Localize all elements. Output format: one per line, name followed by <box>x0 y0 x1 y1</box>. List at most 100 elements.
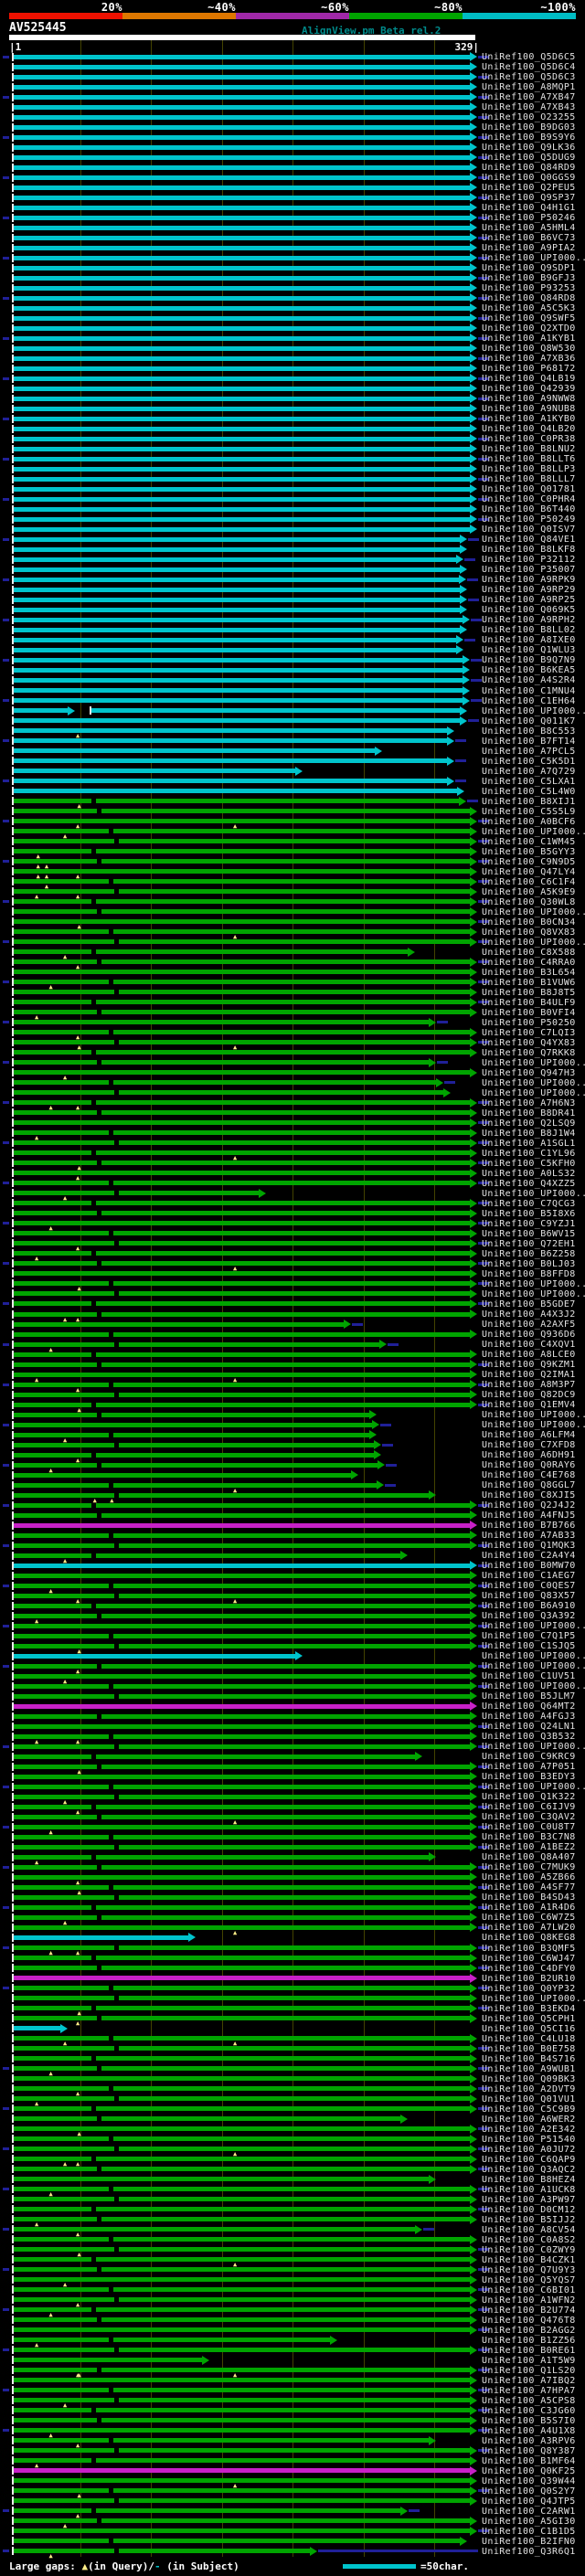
hit-label[interactable]: UniRef100_Q4YX83 <box>482 1038 576 1048</box>
hit-label[interactable]: UniRef100_C4LU18 <box>482 2034 576 2044</box>
hit-label[interactable]: UniRef100_B1MF64 <box>482 2456 576 2466</box>
hit-label[interactable]: UniRef100_UPI000.. <box>482 1420 585 1430</box>
hit-label[interactable]: UniRef100_C1EH64 <box>482 696 576 706</box>
hit-label[interactable]: UniRef100_UPI000.. <box>482 253 585 263</box>
hit-bar[interactable] <box>14 1100 471 1106</box>
hit-bar[interactable] <box>14 2287 471 2293</box>
hit-label[interactable]: UniRef100_A2AXF5 <box>482 1320 576 1330</box>
hit-label[interactable]: UniRef100_B3L654 <box>482 968 576 978</box>
hit-bar[interactable] <box>14 1935 188 1940</box>
hit-label[interactable]: UniRef100_B3QMF5 <box>482 1944 576 1954</box>
hit-label[interactable]: UniRef100_A0LS32 <box>482 1169 576 1179</box>
hit-label[interactable]: UniRef100_B0E758 <box>482 2044 576 2054</box>
hit-label[interactable]: UniRef100_B8LLT6 <box>482 454 576 464</box>
hit-label[interactable]: UniRef100_B4S716 <box>482 2054 576 2064</box>
hit-bar[interactable] <box>14 2036 471 2041</box>
hit-bar[interactable] <box>14 1442 374 1447</box>
hit-bar[interactable] <box>14 1311 471 1317</box>
hit-bar[interactable] <box>14 2106 471 2112</box>
hit-bar[interactable] <box>14 386 471 391</box>
hit-bar[interactable] <box>14 1774 471 1779</box>
hit-bar[interactable] <box>14 1884 471 1890</box>
hit-label[interactable]: UniRef100_A9RPH2 <box>482 615 576 625</box>
hit-label[interactable]: UniRef100_A1UCK8 <box>482 2185 576 2195</box>
hit-bar[interactable] <box>14 2348 471 2353</box>
hit-bar[interactable] <box>14 104 471 110</box>
hit-bar[interactable] <box>14 939 471 945</box>
hit-bar[interactable] <box>14 2488 471 2494</box>
hit-label[interactable]: UniRef100_B9DG03 <box>482 122 576 133</box>
hit-bar[interactable] <box>14 718 461 724</box>
hit-bar[interactable] <box>14 567 461 572</box>
hit-bar[interactable] <box>14 1563 471 1568</box>
hit-bar[interactable] <box>14 597 461 602</box>
hit-bar[interactable] <box>14 2418 471 2423</box>
hit-label[interactable]: UniRef100_UPI000.. <box>482 1410 585 1420</box>
hit-bar[interactable] <box>14 688 463 693</box>
hit-label[interactable]: UniRef100_B4CZK1 <box>482 2255 576 2265</box>
hit-bar[interactable] <box>14 819 471 824</box>
hit-label[interactable]: UniRef100_A7PCL5 <box>482 747 576 757</box>
hit-label[interactable]: UniRef100_Q5D6C3 <box>482 72 576 82</box>
hit-bar[interactable] <box>14 809 471 814</box>
hit-label[interactable]: UniRef100_Q8W530 <box>482 344 576 354</box>
hit-bar[interactable] <box>14 1050 471 1055</box>
hit-label[interactable]: UniRef100_A9RPK9 <box>482 575 576 585</box>
hit-label[interactable]: UniRef100_A9NUB8 <box>482 404 576 414</box>
hit-label[interactable]: UniRef100_A4SF77 <box>482 1882 576 1892</box>
hit-bar[interactable] <box>14 1764 471 1769</box>
hit-bar[interactable] <box>14 506 471 512</box>
hit-label[interactable]: UniRef100_UPI000.. <box>482 1289 585 1299</box>
hit-bar[interactable] <box>14 2378 471 2383</box>
hit-bar[interactable] <box>14 1744 471 1749</box>
hit-bar[interactable] <box>14 647 456 652</box>
hit-bar[interactable] <box>14 1653 296 1659</box>
hit-label[interactable]: UniRef100_Q4XZZ5 <box>482 1179 576 1189</box>
hit-label[interactable]: UniRef100_B8LL02 <box>482 625 576 635</box>
hit-bar[interactable] <box>14 164 471 170</box>
hit-label[interactable]: UniRef100_A4X3J2 <box>482 1309 576 1320</box>
hit-bar[interactable] <box>14 909 471 915</box>
hit-label[interactable]: UniRef100_A5K9E9 <box>482 887 576 897</box>
hit-bar[interactable] <box>14 2358 203 2363</box>
hit-label[interactable]: UniRef100_Q8Y387 <box>482 2446 576 2456</box>
hit-label[interactable]: UniRef100_C2A4Y4 <box>482 1551 576 1561</box>
hit-bar[interactable] <box>14 1432 369 1437</box>
hit-label[interactable]: UniRef100_C6WJ47 <box>482 1954 576 1964</box>
hit-label[interactable]: UniRef100_Q4H1G1 <box>482 203 576 213</box>
hit-label[interactable]: UniRef100_Q09BK3 <box>482 2074 576 2084</box>
hit-label[interactable]: UniRef100_B8LKF8 <box>482 545 576 555</box>
hit-label[interactable]: UniRef100_Q2PEU5 <box>482 183 576 193</box>
hit-bar[interactable] <box>14 436 471 441</box>
hit-label[interactable]: UniRef100_P35007 <box>482 565 576 575</box>
hit-label[interactable]: UniRef100_A5CPS8 <box>482 2396 576 2406</box>
hit-label[interactable]: UniRef100_C7XFD8 <box>482 1440 576 1450</box>
hit-label[interactable]: UniRef100_A7LW20 <box>482 1923 576 1933</box>
hit-label[interactable]: UniRef100_UPI000.. <box>482 907 585 917</box>
hit-label[interactable]: UniRef100_Q30WL8 <box>482 897 576 907</box>
hit-label[interactable]: UniRef100_B8XIJ1 <box>482 797 576 807</box>
hit-bar[interactable] <box>14 980 471 985</box>
hit-label[interactable]: UniRef100_Q7U9Y3 <box>482 2265 576 2275</box>
hit-bar[interactable] <box>14 1030 471 1035</box>
hit-bar[interactable] <box>14 1080 436 1086</box>
hit-label[interactable]: UniRef100_Q9SP37 <box>482 193 576 203</box>
hit-label[interactable]: UniRef100_B6WV15 <box>482 1229 576 1239</box>
hit-bar[interactable] <box>14 879 471 885</box>
hit-label[interactable]: UniRef100_Q9SDP1 <box>482 263 576 273</box>
hit-label[interactable]: UniRef100_Q7RKK8 <box>482 1048 576 1058</box>
hit-bar[interactable] <box>14 2157 471 2162</box>
hit-bar[interactable] <box>14 1331 471 1337</box>
hit-bar[interactable] <box>14 1271 471 1277</box>
hit-label[interactable]: UniRef100_B9Q7N9 <box>482 655 576 665</box>
hit-bar[interactable] <box>14 1693 471 1699</box>
hit-bar[interactable] <box>14 1382 471 1387</box>
hit-bar[interactable] <box>14 456 471 461</box>
hit-label[interactable]: UniRef100_Q5CPH1 <box>482 2014 576 2024</box>
hit-label[interactable]: UniRef100_P50250 <box>482 1018 576 1028</box>
hit-label[interactable]: UniRef100_UPI000.. <box>482 1651 585 1661</box>
hit-bar[interactable] <box>14 1522 471 1528</box>
hit-bar[interactable] <box>14 949 408 955</box>
hit-bar[interactable] <box>14 1482 377 1488</box>
hit-bar[interactable] <box>14 1231 471 1236</box>
